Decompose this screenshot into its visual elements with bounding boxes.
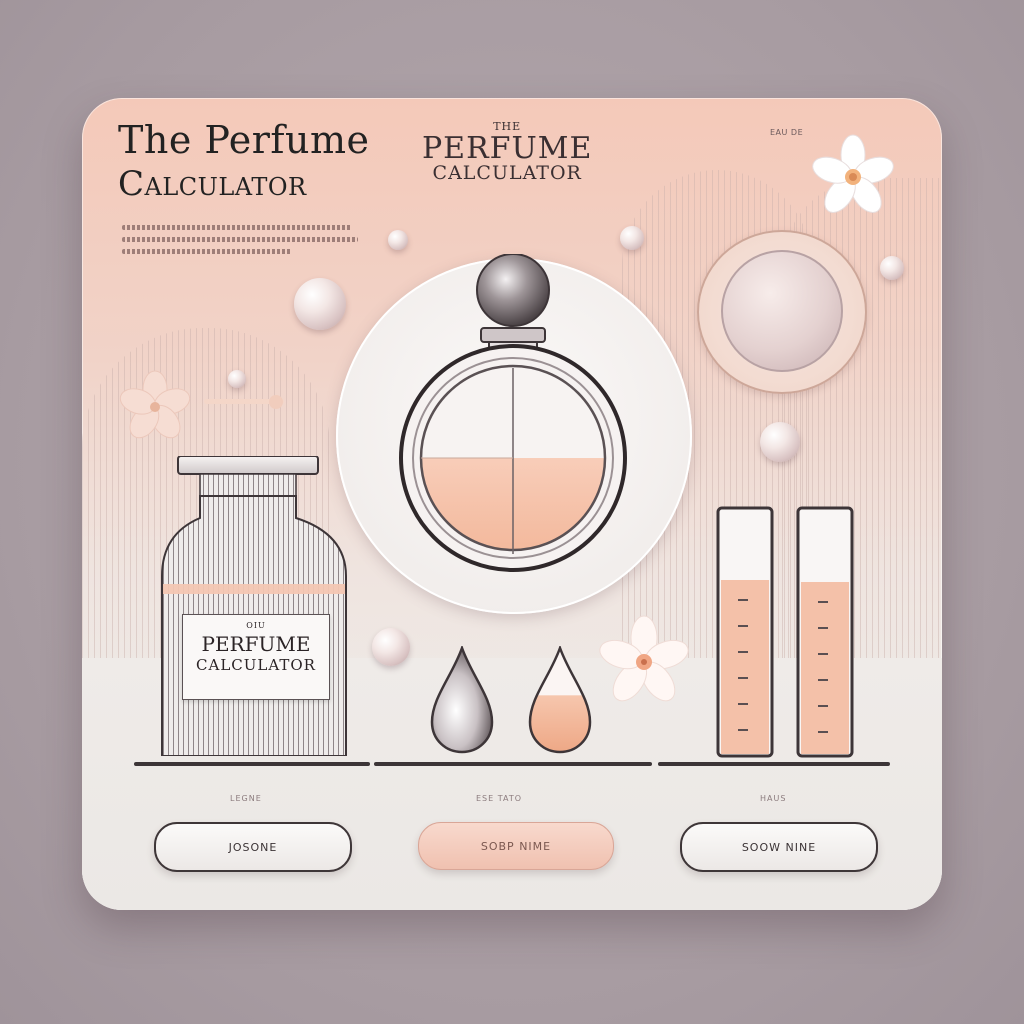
- pearl-icon: [388, 230, 408, 250]
- ring-dial: [697, 230, 867, 394]
- page-title-line2: Calculator: [118, 164, 307, 204]
- center-heading: THE PERFUME CALCULATOR: [422, 120, 592, 184]
- option-button-1[interactable]: JOSONE: [154, 822, 352, 872]
- flower-icon: [599, 615, 689, 702]
- test-tube-icon: [796, 506, 854, 758]
- jar-label: OIU PERFUME CALCULATOR: [182, 614, 330, 700]
- jar-label-small: OIU: [246, 621, 266, 630]
- test-tube-icon: [716, 506, 774, 758]
- shelf-divider: [374, 762, 652, 766]
- pearl-icon: [372, 628, 410, 666]
- flower-icon: [119, 370, 191, 439]
- flower-icon: [812, 134, 894, 213]
- page-title-line1: The Perfume: [118, 118, 370, 162]
- jar-label-line1: PERFUME: [201, 632, 311, 656]
- option-button-2-label: SOBP NIME: [480, 839, 552, 853]
- option-button-3[interactable]: SOOW NINE: [680, 822, 878, 872]
- option-button-3-label: SOOW NINE: [741, 840, 817, 854]
- drop-icon: [430, 646, 494, 754]
- pearl-icon: [760, 422, 800, 462]
- shelf-divider: [134, 762, 370, 766]
- perfume-bottle-icon: [399, 254, 627, 572]
- calculator-card: The Perfume Calculator THE PERFUME CALCU…: [82, 98, 942, 910]
- dropper-icon: [204, 395, 284, 409]
- pearl-icon: [880, 256, 904, 280]
- option-button-2[interactable]: SOBP NIME: [418, 822, 614, 870]
- jar-icon: [161, 456, 347, 756]
- shelf-divider: [658, 762, 890, 766]
- corner-label: EAU DE: [770, 128, 804, 137]
- center-heading-mid: CALCULATOR: [432, 162, 582, 184]
- pearl-icon: [228, 370, 246, 388]
- drop-icon: [528, 646, 592, 754]
- button-caption: HAUS: [760, 794, 787, 803]
- pearl-icon: [620, 226, 644, 250]
- option-button-1-label: JOSONE: [228, 840, 278, 854]
- subtitle-text: [122, 218, 362, 261]
- pearl-icon: [294, 278, 346, 330]
- jar-label-line2: CALCULATOR: [196, 656, 316, 674]
- center-heading-big: PERFUME: [422, 131, 593, 166]
- page-title: The Perfume Calculator: [118, 118, 369, 206]
- button-caption: LEGNE: [230, 794, 262, 803]
- button-caption: ESE TATO: [476, 794, 523, 803]
